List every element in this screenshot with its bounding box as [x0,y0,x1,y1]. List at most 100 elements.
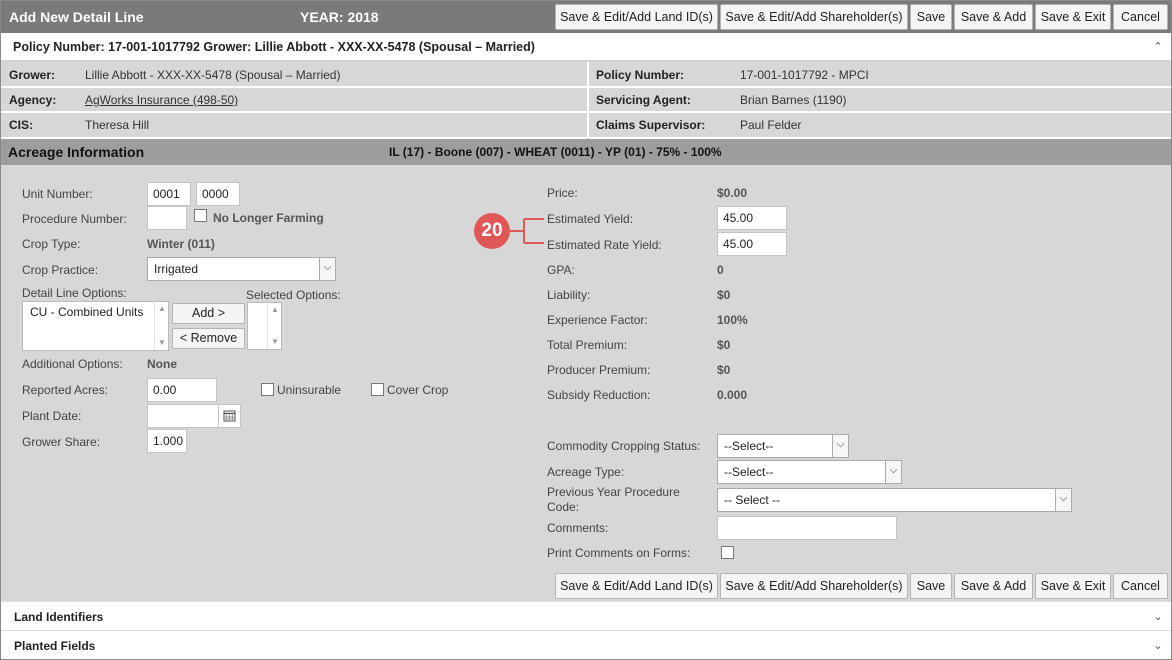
uninsurable-checkbox[interactable] [261,383,274,396]
experience-factor-value: 100% [717,313,748,327]
cancel-button-bottom[interactable]: Cancel [1113,573,1168,599]
prev-year-procedure-label: Previous Year Procedure [547,485,680,499]
crop-type-label: Crop Type: [22,237,81,251]
scroll-up-icon[interactable]: ▲ [268,304,282,316]
producer-premium-label: Producer Premium: [547,363,651,377]
scrollbar[interactable]: ▲ ▼ [267,303,281,349]
policy-summary-text: Policy Number: 17-001-1017792 Grower: Li… [13,40,535,54]
servicing-agent-label: Servicing Agent: [596,93,691,107]
estimated-rate-yield-label: Estimated Rate Yield: [547,238,662,252]
acreage-type-label: Acreage Type: [547,465,625,479]
no-longer-farming-checkbox[interactable] [194,209,207,222]
liability-value: $0 [717,288,731,302]
procedure-number-label: Procedure Number: [22,212,127,226]
acreage-type-value: --Select-- [724,465,774,479]
acreage-header: Acreage Information IL (17) - Boone (007… [1,139,1171,165]
planted-fields-section[interactable]: Planted Fields ⌄ [1,630,1171,659]
detail-line-window: Add New Detail Line YEAR: 2018 Save & Ed… [0,0,1172,660]
detail-line-options-list[interactable]: CU - Combined Units ▲ ▼ [22,301,169,351]
crop-practice-label: Crop Practice: [22,263,99,277]
save-edit-shareholder-button-bottom[interactable]: Save & Edit/Add Shareholder(s) [720,573,908,599]
page-title: Add New Detail Line [9,9,144,25]
estimated-rate-yield-input[interactable]: 45.00 [717,232,787,256]
claims-supervisor-label: Claims Supervisor: [596,118,706,132]
save-button[interactable]: Save [910,4,952,30]
list-item[interactable]: CU - Combined Units [30,305,143,319]
policy-number-label: Policy Number: [596,68,685,82]
commodity-status-label: Commodity Cropping Status: [547,439,701,453]
reported-acres-label: Reported Acres: [22,383,109,397]
subsidy-reduction-label: Subsidy Reduction: [547,388,651,402]
agency-label: Agency: [9,93,57,107]
uninsurable-label: Uninsurable [277,383,342,397]
policy-summary-bar[interactable]: Policy Number: 17-001-1017792 Grower: Li… [1,33,1171,61]
chevron-down-icon: ⌵ [1055,489,1071,511]
prev-year-procedure-select[interactable]: -- Select -- ⌵ [717,488,1072,512]
scroll-up-icon[interactable]: ▲ [155,303,169,315]
selected-options-list[interactable]: ▲ ▼ [247,302,282,350]
gpa-label: GPA: [547,263,575,277]
scrollbar[interactable]: ▲ ▼ [154,302,168,350]
experience-factor-label: Experience Factor: [547,313,648,327]
cover-crop-checkbox[interactable] [371,383,384,396]
callout-badge: 20 [474,213,510,249]
chevron-down-icon: ⌵ [319,258,335,280]
crop-practice-select[interactable]: Irrigated ⌵ [147,257,336,281]
chevron-up-icon[interactable]: ⌃ [1151,40,1165,54]
save-edit-land-id-button-bottom[interactable]: Save & Edit/Add Land ID(s) [555,573,718,599]
cancel-button[interactable]: Cancel [1113,4,1168,30]
prev-year-code-label: Code: [547,500,580,514]
plant-date-input[interactable] [147,404,219,428]
liability-label: Liability: [547,288,591,302]
grower-value: Lillie Abbott - XXX-XX-5478 (Spousal – M… [85,68,341,82]
acreage-summary: IL (17) - Boone (007) - WHEAT (0011) - Y… [389,145,722,159]
info-divider [587,62,589,138]
commodity-status-value: --Select-- [724,439,774,453]
save-exit-button[interactable]: Save & Exit [1035,4,1111,30]
save-button-bottom[interactable]: Save [910,573,952,599]
grower-share-input[interactable]: 1.000 [147,429,187,453]
title-bar: Add New Detail Line YEAR: 2018 Save & Ed… [1,1,1171,33]
total-premium-label: Total Premium: [547,338,628,352]
planted-fields-title: Planted Fields [14,639,96,653]
scroll-down-icon[interactable]: ▼ [268,336,282,348]
cis-row: CIS: Theresa Hill [1,113,587,139]
procedure-number-input[interactable] [147,206,187,230]
unit-number-suffix-input[interactable]: 0000 [196,182,240,206]
price-label: Price: [547,186,578,200]
save-add-button[interactable]: Save & Add [954,4,1033,30]
agency-link[interactable]: AgWorks Insurance (498-50) [85,93,238,107]
print-comments-checkbox[interactable] [721,546,734,559]
chevron-down-icon: ⌵ [832,435,848,457]
selected-options-label: Selected Options: [246,288,341,302]
cis-value: Theresa Hill [85,118,150,132]
remove-option-button[interactable]: < Remove [172,328,245,349]
calendar-icon[interactable] [218,404,241,428]
crop-type-value: Winter (011) [147,237,215,251]
agency-row: Agency: AgWorks Insurance (498-50) [1,88,587,113]
unit-number-input[interactable]: 0001 [147,182,191,206]
policy-number-value: 17-001-1017792 - MPCI [740,68,869,82]
no-longer-farming-label: No Longer Farming [213,211,324,225]
add-option-button[interactable]: Add > [172,303,245,324]
commodity-status-select[interactable]: --Select-- ⌵ [717,434,849,458]
save-add-button-bottom[interactable]: Save & Add [954,573,1033,599]
unit-number-label: Unit Number: [22,187,93,201]
reported-acres-input[interactable]: 0.00 [147,378,217,402]
chevron-down-icon[interactable]: ⌄ [1151,639,1165,653]
save-exit-button-bottom[interactable]: Save & Exit [1035,573,1111,599]
cis-label: CIS: [9,118,33,132]
estimated-yield-input[interactable]: 45.00 [717,206,787,230]
land-identifiers-section[interactable]: Land Identifiers ⌄ [1,601,1171,630]
save-edit-shareholder-button[interactable]: Save & Edit/Add Shareholder(s) [720,4,908,30]
callout-bracket [508,218,544,244]
plant-date-label: Plant Date: [22,409,82,423]
servicing-agent-row: Servicing Agent: Brian Barnes (1190) [589,88,1171,113]
servicing-agent-value: Brian Barnes (1190) [740,93,847,107]
save-edit-land-id-button[interactable]: Save & Edit/Add Land ID(s) [555,4,718,30]
scroll-down-icon[interactable]: ▼ [155,337,169,349]
chevron-down-icon[interactable]: ⌄ [1151,610,1165,624]
print-comments-label: Print Comments on Forms: [547,546,691,560]
acreage-type-select[interactable]: --Select-- ⌵ [717,460,902,484]
comments-input[interactable] [717,516,897,540]
